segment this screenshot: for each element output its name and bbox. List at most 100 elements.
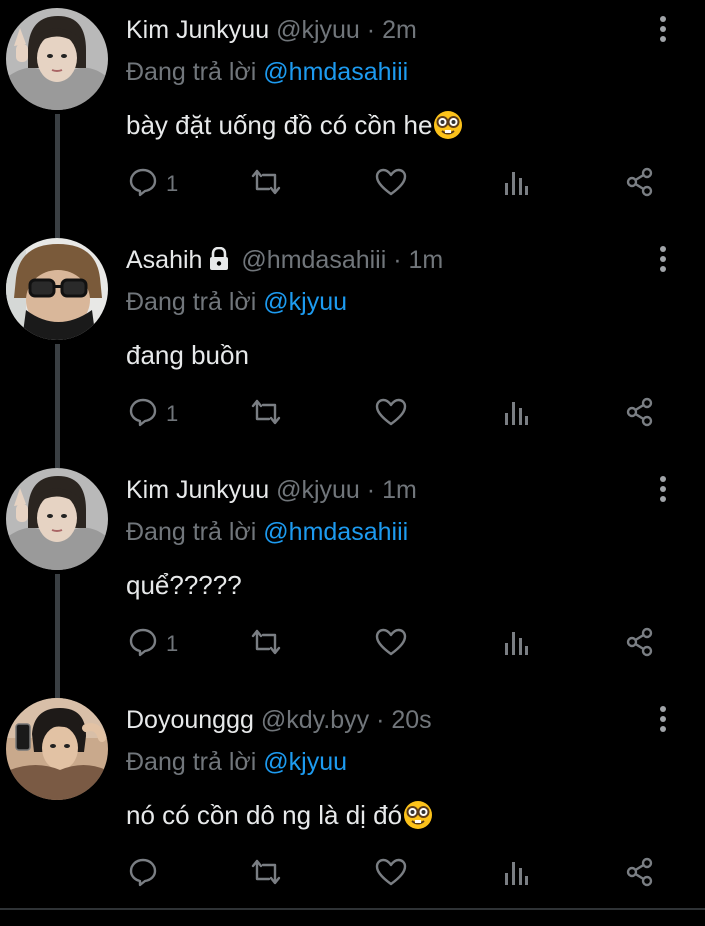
nerd-face-emoji-icon <box>403 800 433 838</box>
divider <box>0 908 705 910</box>
retweet-button[interactable] <box>249 394 283 434</box>
replying-to: Đang trả lời @kjyuu <box>126 746 347 778</box>
avatar-junkyuu[interactable] <box>6 468 108 570</box>
timestamp[interactable]: 1m <box>382 476 417 504</box>
tweet-1[interactable]: Kim Junkyuu @kjyuu · 2m Đang trả lời @hm… <box>0 0 705 230</box>
lock-icon <box>208 246 230 279</box>
tweet-text-content: bày đặt uống đồ có cồn he <box>126 110 433 140</box>
analytics-icon <box>503 857 529 892</box>
reply-button[interactable]: 1 <box>128 394 178 434</box>
avatar-asahi[interactable] <box>6 238 108 340</box>
separator: · <box>366 476 376 504</box>
tweet-header: Kim Junkyuu @kjyuu · 2m <box>126 14 417 46</box>
analytics-button[interactable] <box>503 854 529 894</box>
tweet-text-content: đang buồn <box>126 340 249 370</box>
reply-count: 1 <box>166 171 179 196</box>
timestamp[interactable]: 2m <box>382 16 417 44</box>
timestamp[interactable]: 20s <box>391 706 431 734</box>
reply-icon <box>128 397 158 432</box>
share-icon <box>625 857 655 892</box>
separator: · <box>376 706 385 734</box>
share-button[interactable] <box>625 624 655 664</box>
retweet-button[interactable] <box>249 164 283 204</box>
reply-icon <box>128 857 158 892</box>
reply-icon <box>128 167 158 202</box>
tweet-header: Doyounggg @kdy.byy · 20s <box>126 704 432 736</box>
reply-count: 1 <box>166 401 179 426</box>
avatar-doyoung[interactable] <box>6 698 108 800</box>
share-button[interactable] <box>625 164 655 204</box>
like-icon <box>375 627 407 662</box>
more-vertical-icon[interactable] <box>653 474 673 508</box>
reply-count: 1 <box>166 631 179 656</box>
replying-to: Đang trả lời @hmdasahiii <box>126 56 408 88</box>
like-icon <box>375 857 407 892</box>
tweet-header: Kim Junkyuu @kjyuu · 1m <box>126 474 417 506</box>
display-name[interactable]: Asahih <box>126 246 202 274</box>
replying-to-handle[interactable]: @hmdasahiii <box>263 518 408 546</box>
more-vertical-icon[interactable] <box>653 14 673 48</box>
replying-to-label: Đang trả lời <box>126 518 257 546</box>
display-name[interactable]: Kim Junkyuu <box>126 16 269 44</box>
replying-to-handle[interactable]: @kjyuu <box>263 748 347 776</box>
tweet-actions <box>0 854 705 894</box>
share-button[interactable] <box>625 854 655 894</box>
tweet-text: nó có cồn dô ng là dị đó <box>126 798 433 838</box>
retweet-icon <box>249 857 283 892</box>
share-icon <box>625 397 655 432</box>
tweet-actions: 1 <box>0 624 705 664</box>
tweet-text: đang buồn <box>126 338 249 372</box>
separator: · <box>366 16 376 44</box>
user-handle[interactable]: @kjyuu <box>276 16 360 44</box>
tweet-text-content: quể????? <box>126 570 242 600</box>
share-button[interactable] <box>625 394 655 434</box>
retweet-button[interactable] <box>249 854 283 894</box>
timestamp[interactable]: 1m <box>409 246 444 274</box>
retweet-button[interactable] <box>249 624 283 664</box>
user-handle[interactable]: @kjyuu <box>276 476 360 504</box>
like-icon <box>375 167 407 202</box>
retweet-icon <box>249 627 283 662</box>
share-icon <box>625 167 655 202</box>
replying-to-handle[interactable]: @kjyuu <box>263 288 347 316</box>
reply-button[interactable] <box>128 854 166 894</box>
replying-to-handle[interactable]: @hmdasahiii <box>263 58 408 86</box>
tweet-text: quể????? <box>126 568 242 602</box>
tweet-2[interactable]: Asahih @hmdasahiii · 1m Đang trả lời @kj… <box>0 230 705 460</box>
reply-button[interactable]: 1 <box>128 624 178 664</box>
tweet-3[interactable]: Kim Junkyuu @kjyuu · 1m Đang trả lời @hm… <box>0 460 705 690</box>
tweet-actions: 1 <box>0 394 705 434</box>
tweet-text-content: nó có cồn dô ng là dị đó <box>126 800 403 830</box>
separator: · <box>393 246 402 274</box>
nerd-face-emoji-icon <box>433 110 463 148</box>
user-handle[interactable]: @kdy.byy <box>261 706 369 734</box>
tweet-header: Asahih @hmdasahiii · 1m <box>126 244 443 279</box>
like-button[interactable] <box>375 854 407 894</box>
replying-to-label: Đang trả lời <box>126 58 257 86</box>
display-name[interactable]: Doyounggg <box>126 706 254 734</box>
analytics-button[interactable] <box>503 624 529 664</box>
tweet-text: bày đặt uống đồ có cồn he <box>126 108 463 148</box>
replying-to-label: Đang trả lời <box>126 288 257 316</box>
retweet-icon <box>249 167 283 202</box>
user-handle[interactable]: @hmdasahiii <box>241 246 386 274</box>
share-icon <box>625 627 655 662</box>
retweet-icon <box>249 397 283 432</box>
more-vertical-icon[interactable] <box>653 704 673 738</box>
tweet-actions: 1 <box>0 164 705 204</box>
avatar-junkyuu[interactable] <box>6 8 108 110</box>
like-button[interactable] <box>375 394 407 434</box>
like-button[interactable] <box>375 164 407 204</box>
display-name[interactable]: Kim Junkyuu <box>126 476 269 504</box>
reply-button[interactable]: 1 <box>128 164 178 204</box>
like-button[interactable] <box>375 624 407 664</box>
more-vertical-icon[interactable] <box>653 244 673 278</box>
tweet-4[interactable]: Doyounggg @kdy.byy · 20s Đang trả lời @k… <box>0 690 705 920</box>
thread-line <box>55 460 60 468</box>
replying-to: Đang trả lời @kjyuu <box>126 286 347 318</box>
thread-line <box>55 230 60 238</box>
analytics-button[interactable] <box>503 394 529 434</box>
like-icon <box>375 397 407 432</box>
analytics-button[interactable] <box>503 164 529 204</box>
replying-to-label: Đang trả lời <box>126 748 257 776</box>
